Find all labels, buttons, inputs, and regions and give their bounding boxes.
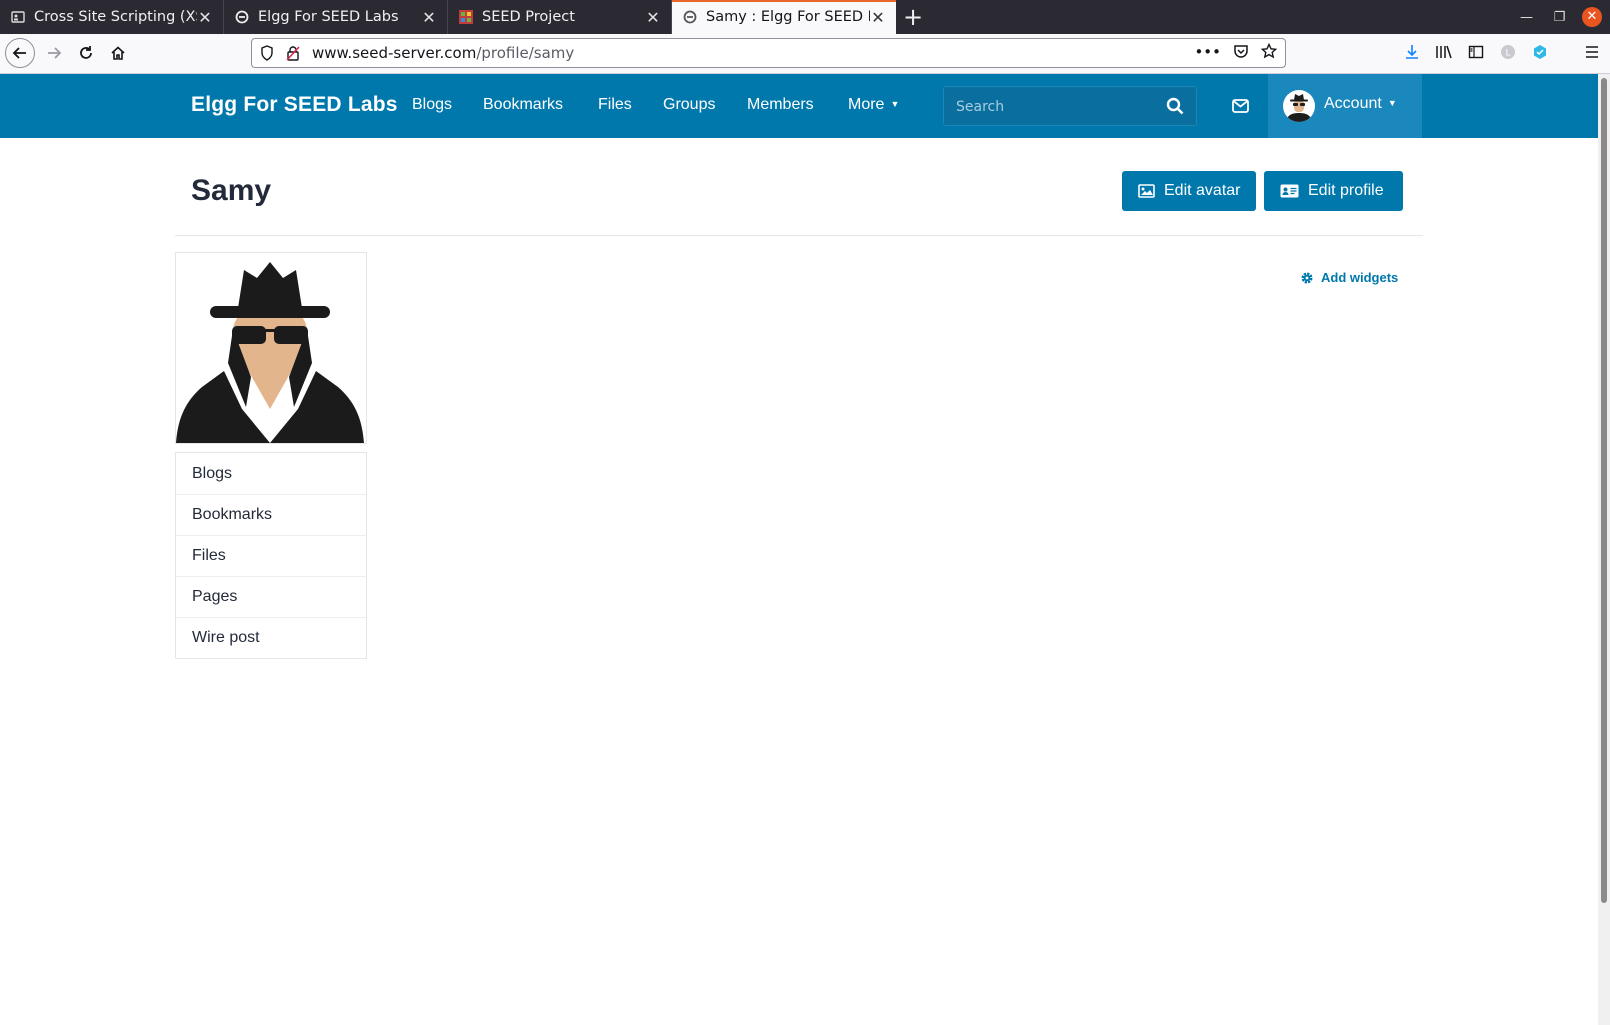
search-icon[interactable] xyxy=(1166,97,1184,119)
menu-item-more-label: More xyxy=(848,96,885,113)
hamburger-menu-icon[interactable] xyxy=(1582,42,1602,62)
pocket-icon[interactable] xyxy=(1233,43,1249,63)
insecure-lock-icon[interactable] xyxy=(286,45,300,65)
close-icon[interactable]: ✕ xyxy=(645,8,661,27)
messages-envelope-icon[interactable] xyxy=(1232,98,1249,117)
owner-menu-item-files[interactable]: Files xyxy=(176,535,366,576)
home-button[interactable] xyxy=(103,38,133,68)
owner-menu-item-bookmarks[interactable]: Bookmarks xyxy=(176,494,366,535)
minimize-icon[interactable]: — xyxy=(1510,10,1543,25)
elgg-icon xyxy=(682,9,698,25)
downloads-icon[interactable] xyxy=(1402,42,1422,62)
owner-menu-item-pages[interactable]: Pages xyxy=(176,576,366,617)
toolbar-right: L xyxy=(1402,42,1602,62)
back-arrow-icon xyxy=(12,47,26,59)
extension-icon[interactable] xyxy=(1530,42,1550,62)
elgg-icon xyxy=(234,9,250,25)
sidebar-icon[interactable] xyxy=(1466,42,1486,62)
document-icon xyxy=(10,9,26,25)
seed-icon xyxy=(458,9,474,25)
owner-menu-item-wire-post[interactable]: Wire post xyxy=(176,617,366,658)
close-icon[interactable]: ✕ xyxy=(421,8,437,27)
account-label: Account ▼ xyxy=(1324,95,1397,113)
shield-icon[interactable] xyxy=(260,45,274,65)
site-name-link[interactable]: Elgg For SEED Labs xyxy=(191,93,398,117)
avatar xyxy=(1283,90,1315,122)
reload-icon xyxy=(80,46,92,59)
url-actions: ••• xyxy=(1194,42,1278,63)
menu-item-files[interactable]: Files xyxy=(598,96,632,114)
home-icon xyxy=(111,46,125,60)
profile-avatar xyxy=(175,252,367,444)
page-title: Samy xyxy=(191,174,272,207)
page-scrollbar[interactable] xyxy=(1598,74,1610,1025)
id-card-icon xyxy=(1280,184,1299,198)
library-icon[interactable] xyxy=(1434,42,1454,62)
url-path: /profile/samy xyxy=(476,44,575,62)
account-circle-icon[interactable]: L xyxy=(1498,42,1518,62)
add-widgets-link[interactable]: Add widgets xyxy=(1300,270,1398,285)
search-input[interactable] xyxy=(954,95,1158,119)
address-bar[interactable]: www.seed-server.com/profile/samy ••• xyxy=(251,38,1286,68)
scrollbar-thumb[interactable] xyxy=(1601,78,1607,903)
divider xyxy=(175,235,1423,236)
forward-button[interactable] xyxy=(39,38,69,68)
page-actions-icon[interactable]: ••• xyxy=(1194,43,1221,63)
owner-menu-item-blogs[interactable]: Blogs xyxy=(176,453,366,494)
tab-title: Samy : Elgg For SEED Labs xyxy=(706,9,870,25)
reload-button[interactable] xyxy=(71,38,101,68)
window-close-icon[interactable]: ✕ xyxy=(1582,7,1602,27)
menu-item-groups[interactable]: Groups xyxy=(663,96,715,114)
search-box xyxy=(943,86,1197,126)
back-button[interactable] xyxy=(5,38,35,68)
window-controls: — ❐ ✕ xyxy=(1510,0,1610,34)
edit-profile-button[interactable]: Edit profile xyxy=(1264,171,1403,211)
edit-profile-label: Edit profile xyxy=(1308,182,1384,199)
add-widgets-label: Add widgets xyxy=(1321,270,1399,285)
close-icon[interactable]: ✕ xyxy=(870,8,886,27)
browser-toolbar: www.seed-server.com/profile/samy ••• L xyxy=(0,34,1610,74)
url-text[interactable]: www.seed-server.com/profile/samy xyxy=(312,44,574,62)
tab-title: Cross Site Scripting (XSS) xyxy=(34,9,197,25)
browser-tab-active[interactable]: Samy : Elgg For SEED Labs ✕ xyxy=(672,0,896,34)
chevron-down-icon: ▼ xyxy=(1387,98,1397,108)
browser-tab[interactable]: Elgg For SEED Labs ✕ xyxy=(224,0,448,34)
tab-title: SEED Project xyxy=(482,9,575,25)
owner-block-menu: Blogs Bookmarks Files Pages Wire post xyxy=(175,452,367,659)
browser-tab[interactable]: Cross Site Scripting (XSS) ✕ xyxy=(0,0,224,34)
tab-title: Elgg For SEED Labs xyxy=(258,9,399,25)
image-icon xyxy=(1138,184,1155,198)
gear-icon xyxy=(1300,271,1314,285)
close-icon[interactable]: ✕ xyxy=(197,8,213,27)
forward-arrow-icon xyxy=(48,47,62,59)
edit-avatar-label: Edit avatar xyxy=(1164,182,1241,199)
account-menu[interactable]: Account ▼ xyxy=(1268,74,1422,138)
new-tab-button[interactable]: + xyxy=(896,0,930,34)
chevron-down-icon: ▼ xyxy=(890,99,900,109)
bookmark-star-icon[interactable] xyxy=(1260,42,1278,63)
menu-item-members[interactable]: Members xyxy=(747,96,814,114)
menu-item-blogs[interactable]: Blogs xyxy=(412,96,452,114)
restore-icon[interactable]: ❐ xyxy=(1543,10,1576,25)
svg-text:L: L xyxy=(1505,49,1510,59)
url-host: www.seed-server.com xyxy=(312,44,477,62)
browser-tab[interactable]: SEED Project ✕ xyxy=(448,0,672,34)
edit-avatar-button[interactable]: Edit avatar xyxy=(1122,171,1256,211)
account-label-text: Account xyxy=(1324,95,1382,112)
menu-item-bookmarks[interactable]: Bookmarks xyxy=(483,96,563,114)
site-topbar: Elgg For SEED Labs Blogs Bookmarks Files… xyxy=(0,74,1598,138)
browser-tab-bar: Cross Site Scripting (XSS) ✕ Elgg For SE… xyxy=(0,0,1610,34)
menu-item-more[interactable]: More ▼ xyxy=(848,96,899,114)
